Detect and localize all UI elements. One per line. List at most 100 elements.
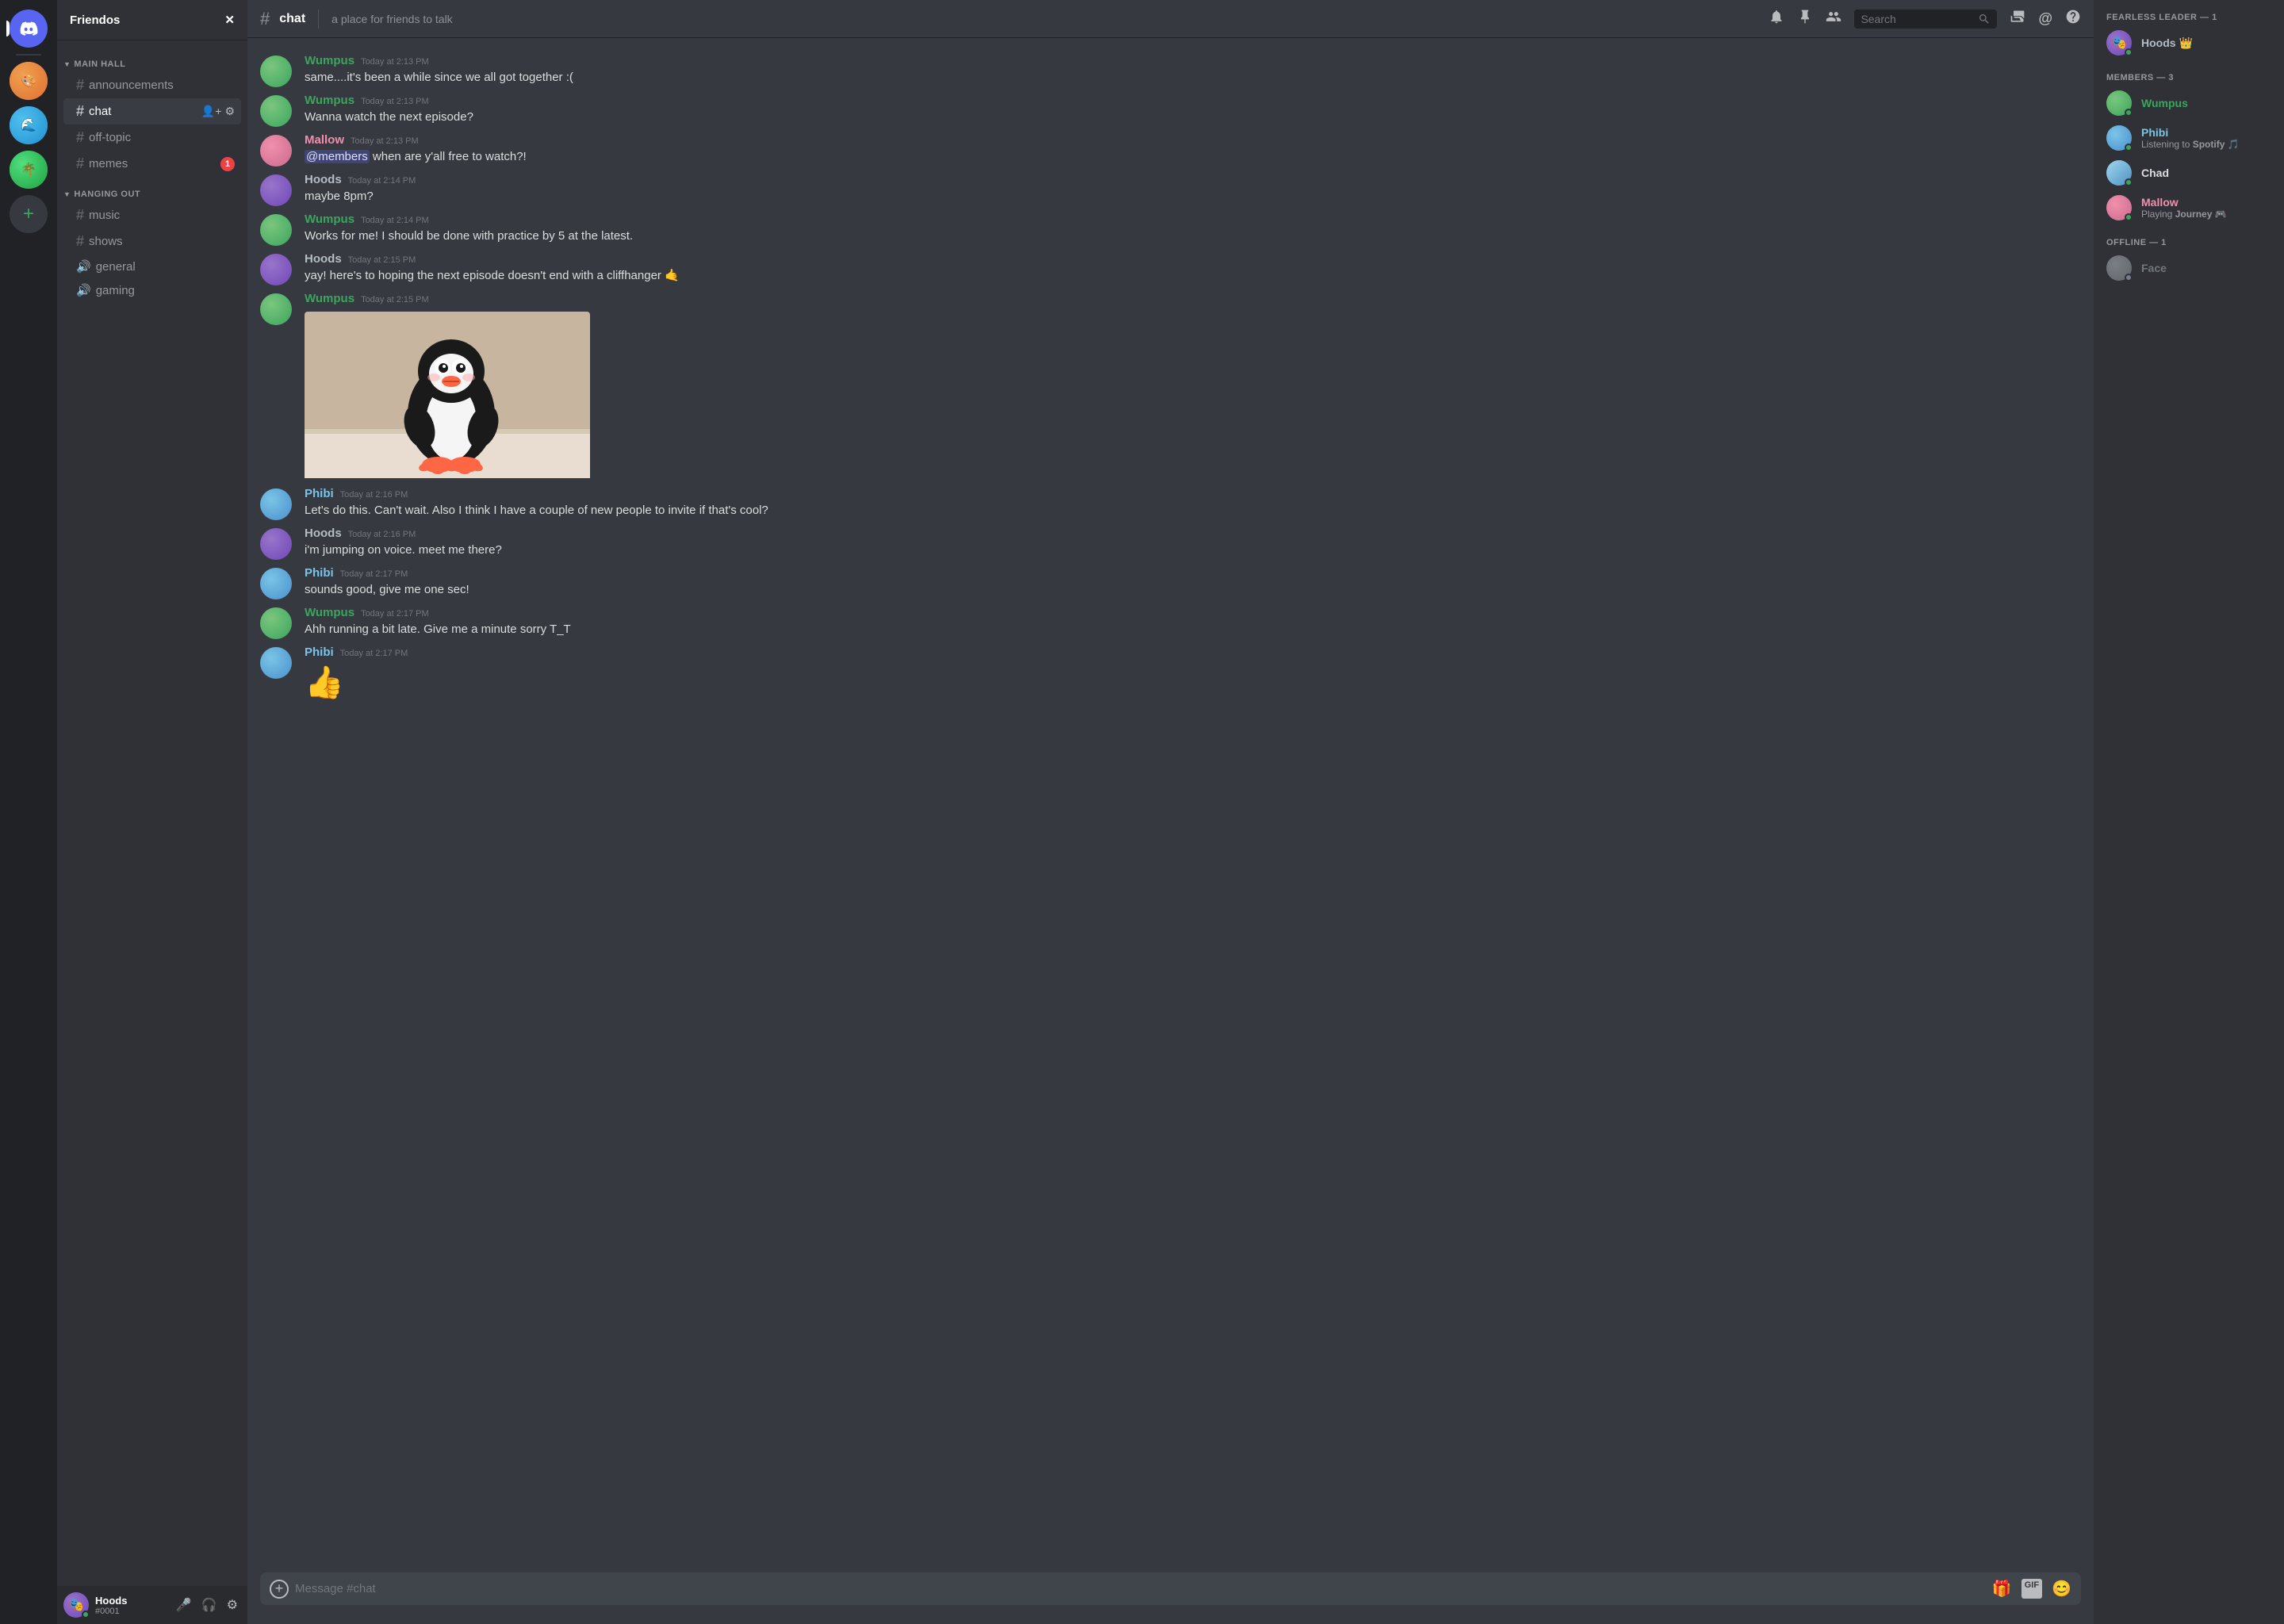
message-text: @members when are y'all free to watch?! — [305, 148, 2081, 165]
gift-icon[interactable]: 🎁 — [1992, 1579, 2012, 1599]
channel-hash-icon: # — [76, 129, 84, 146]
table-row: Wumpus Today at 2:14 PM Works for me! I … — [247, 209, 2094, 249]
at-icon[interactable]: @ — [2038, 10, 2052, 27]
mute-button[interactable]: 🎤 — [173, 1594, 195, 1616]
members-icon[interactable] — [1826, 9, 1841, 29]
message-content: Hoods Today at 2:16 PM i'm jumping on vo… — [305, 527, 2081, 558]
server-icon-1[interactable]: 🎨 — [10, 62, 48, 100]
gif-icon[interactable]: GIF — [2021, 1579, 2042, 1599]
message-content: Wumpus Today at 2:15 PM — [305, 292, 2081, 481]
server-icon-3[interactable]: 🌴 — [10, 151, 48, 189]
channel-music[interactable]: # music — [63, 202, 241, 228]
message-author: Wumpus — [305, 94, 354, 107]
category-hanging-out[interactable]: ▼ HANGING OUT — [57, 177, 247, 202]
message-timestamp: Today at 2:14 PM — [361, 216, 429, 225]
deafen-button[interactable]: 🎧 — [198, 1594, 220, 1616]
search-bar[interactable]: Search — [1854, 10, 1997, 29]
message-text: Ahh running a bit late. Give me a minute… — [305, 621, 2081, 638]
add-server-button[interactable]: + — [10, 195, 48, 233]
channel-general-voice[interactable]: 🔊 general — [63, 255, 241, 278]
server-icon-2[interactable]: 🌊 — [10, 106, 48, 144]
channel-name: off-topic — [89, 131, 235, 144]
message-timestamp: Today at 2:15 PM — [348, 255, 416, 265]
user-panel: 🎭 Hoods #0001 🎤 🎧 ⚙ — [57, 1586, 247, 1624]
channel-hash-icon: # — [76, 233, 84, 250]
input-icons: 🎁 GIF 😊 — [1992, 1579, 2071, 1599]
channel-sidebar: Friendos ✕ ▼ MAIN HALL # announcements #… — [57, 0, 247, 1624]
channel-off-topic[interactable]: # off-topic — [63, 124, 241, 151]
home-button[interactable] — [10, 10, 48, 48]
inbox-icon[interactable] — [2010, 9, 2025, 29]
table-row: Hoods Today at 2:15 PM yay! here's to ho… — [247, 249, 2094, 289]
member-name: Wumpus — [2141, 97, 2271, 109]
message-input[interactable] — [295, 1572, 1986, 1605]
message-content: Mallow Today at 2:13 PM @members when ar… — [305, 133, 2081, 165]
user-controls: 🎤 🎧 ⚙ — [173, 1594, 241, 1616]
channel-hash-icon: # — [76, 207, 84, 224]
message-author: Phibi — [305, 645, 334, 659]
message-author: Hoods — [305, 252, 342, 266]
member-info: Face — [2141, 262, 2271, 274]
category-arrow: ▼ — [63, 60, 71, 68]
channel-name: chat — [89, 105, 197, 118]
message-header: Hoods Today at 2:16 PM — [305, 527, 2081, 540]
list-item[interactable]: Mallow Playing Journey 🎮 — [2100, 190, 2278, 225]
table-row: Wumpus Today at 2:15 PM — [247, 289, 2094, 484]
attach-button[interactable]: + — [270, 1580, 289, 1599]
list-item[interactable]: Face — [2100, 251, 2278, 285]
message-content: Phibi Today at 2:16 PM Let's do this. Ca… — [305, 487, 2081, 519]
user-status-dot — [82, 1611, 90, 1618]
user-info: Hoods #0001 — [95, 1595, 167, 1616]
member-status-dot — [2125, 48, 2133, 56]
table-row: Wumpus Today at 2:13 PM Wanna watch the … — [247, 90, 2094, 130]
message-author: Hoods — [305, 173, 342, 186]
avatar — [260, 528, 292, 560]
list-item[interactable]: Chad — [2100, 155, 2278, 190]
message-timestamp: Today at 2:17 PM — [340, 569, 408, 579]
channel-shows[interactable]: # shows — [63, 228, 241, 255]
channel-hash-icon: # — [76, 77, 84, 94]
channel-memes[interactable]: # memes 1 — [63, 151, 241, 177]
bell-icon[interactable] — [1769, 9, 1784, 29]
table-row: Phibi Today at 2:16 PM Let's do this. Ca… — [247, 484, 2094, 523]
message-input-area: + 🎁 GIF 😊 — [247, 1572, 2094, 1624]
message-timestamp: Today at 2:17 PM — [361, 609, 429, 619]
member-status: Listening to Spotify 🎵 — [2141, 139, 2271, 150]
server-header[interactable]: Friendos ✕ — [57, 0, 247, 40]
emoji-icon[interactable]: 😊 — [2052, 1579, 2071, 1599]
member-name: Mallow — [2141, 196, 2271, 209]
channel-name: general — [96, 260, 235, 274]
message-author: Wumpus — [305, 606, 354, 619]
voice-icon: 🔊 — [76, 283, 91, 297]
server-options-icon[interactable]: ✕ — [224, 13, 235, 27]
category-label: MAIN HALL — [74, 59, 125, 69]
list-item[interactable]: Wumpus — [2100, 86, 2278, 121]
message-input-box: + 🎁 GIF 😊 — [260, 1572, 2081, 1605]
channel-announcements[interactable]: # announcements — [63, 72, 241, 98]
channel-chat[interactable]: # chat 👤+ ⚙ — [63, 98, 241, 124]
member-status-dot — [2125, 178, 2133, 186]
user-settings-button[interactable]: ⚙ — [224, 1594, 241, 1616]
message-text: maybe 8pm? — [305, 188, 2081, 205]
message-content: Hoods Today at 2:14 PM maybe 8pm? — [305, 173, 2081, 205]
channel-gaming-voice[interactable]: 🔊 gaming — [63, 278, 241, 302]
member-status-dot — [2125, 213, 2133, 221]
settings-icon[interactable]: ⚙ — [224, 105, 235, 118]
pin-icon[interactable] — [1797, 9, 1813, 29]
help-icon[interactable] — [2065, 9, 2081, 29]
channel-name: announcements — [89, 79, 235, 92]
message-header: Phibi Today at 2:17 PM — [305, 645, 2081, 659]
channel-name: gaming — [96, 284, 235, 297]
member-avatar — [2106, 195, 2132, 220]
table-row: Wumpus Today at 2:13 PM same....it's bee… — [247, 51, 2094, 90]
avatar — [260, 293, 292, 325]
mention-tag[interactable]: @members — [305, 150, 370, 163]
list-item[interactable]: 🎭 Hoods 👑 — [2100, 25, 2278, 60]
category-main-hall[interactable]: ▼ MAIN HALL — [57, 47, 247, 72]
messages-container: Wumpus Today at 2:13 PM same....it's bee… — [247, 38, 2094, 1572]
member-status: Playing Journey 🎮 — [2141, 209, 2271, 220]
member-avatar — [2106, 255, 2132, 281]
message-text: Let's do this. Can't wait. Also I think … — [305, 502, 2081, 519]
add-member-icon[interactable]: 👤+ — [201, 105, 222, 118]
list-item[interactable]: Phibi Listening to Spotify 🎵 — [2100, 121, 2278, 155]
